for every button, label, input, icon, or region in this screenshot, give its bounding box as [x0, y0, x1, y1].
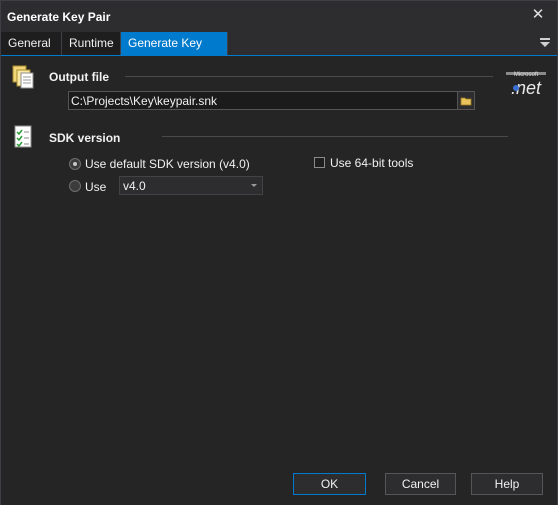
documents-icon	[12, 65, 34, 89]
sdk-version-value: v4.0	[123, 179, 146, 193]
checklist-icon	[14, 125, 32, 148]
dotnet-logo: Microsoft .net	[506, 72, 546, 98]
ok-button[interactable]: OK	[293, 473, 366, 495]
tab-bar: General Runtime Generate Key Pair	[1, 31, 557, 73]
title-bar: Generate Key Pair ✕	[1, 1, 557, 31]
window-title: Generate Key Pair	[7, 10, 111, 24]
chevron-down-icon	[251, 184, 257, 187]
use-64bit-tools-checkbox[interactable]	[314, 157, 325, 168]
close-icon[interactable]: ✕	[529, 6, 547, 24]
section-divider	[162, 136, 508, 137]
browse-button[interactable]	[457, 92, 474, 109]
tab-generate-key-pair[interactable]: Generate Key Pair	[121, 32, 228, 73]
tab-label: General	[8, 36, 51, 50]
sdk-version-select[interactable]: v4.0	[119, 176, 263, 195]
tab-runtime[interactable]: Runtime	[62, 32, 121, 55]
use-sdk-radio[interactable]	[69, 180, 81, 192]
section-divider	[125, 76, 493, 77]
output-file-heading: Output file	[49, 70, 109, 84]
tab-label: Runtime	[69, 36, 114, 50]
cancel-button[interactable]: Cancel	[385, 473, 456, 495]
output-file-input[interactable]	[71, 92, 451, 109]
use-default-sdk-radio[interactable]	[69, 158, 81, 170]
use-default-sdk-label: Use default SDK version (v4.0)	[85, 157, 250, 171]
dialog-window: Generate Key Pair ✕ General Runtime Gene…	[0, 0, 558, 505]
sdk-version-heading: SDK version	[49, 131, 121, 145]
menu-icon[interactable]	[539, 35, 551, 49]
use-64bit-tools-label: Use 64-bit tools	[330, 156, 414, 170]
help-button[interactable]: Help	[471, 473, 543, 495]
tab-general[interactable]: General	[1, 32, 62, 55]
folder-icon	[460, 97, 472, 106]
output-file-field[interactable]	[68, 91, 475, 110]
tab-content: Output file Microsoft .net S	[1, 55, 557, 505]
use-sdk-label: Use	[85, 180, 107, 194]
